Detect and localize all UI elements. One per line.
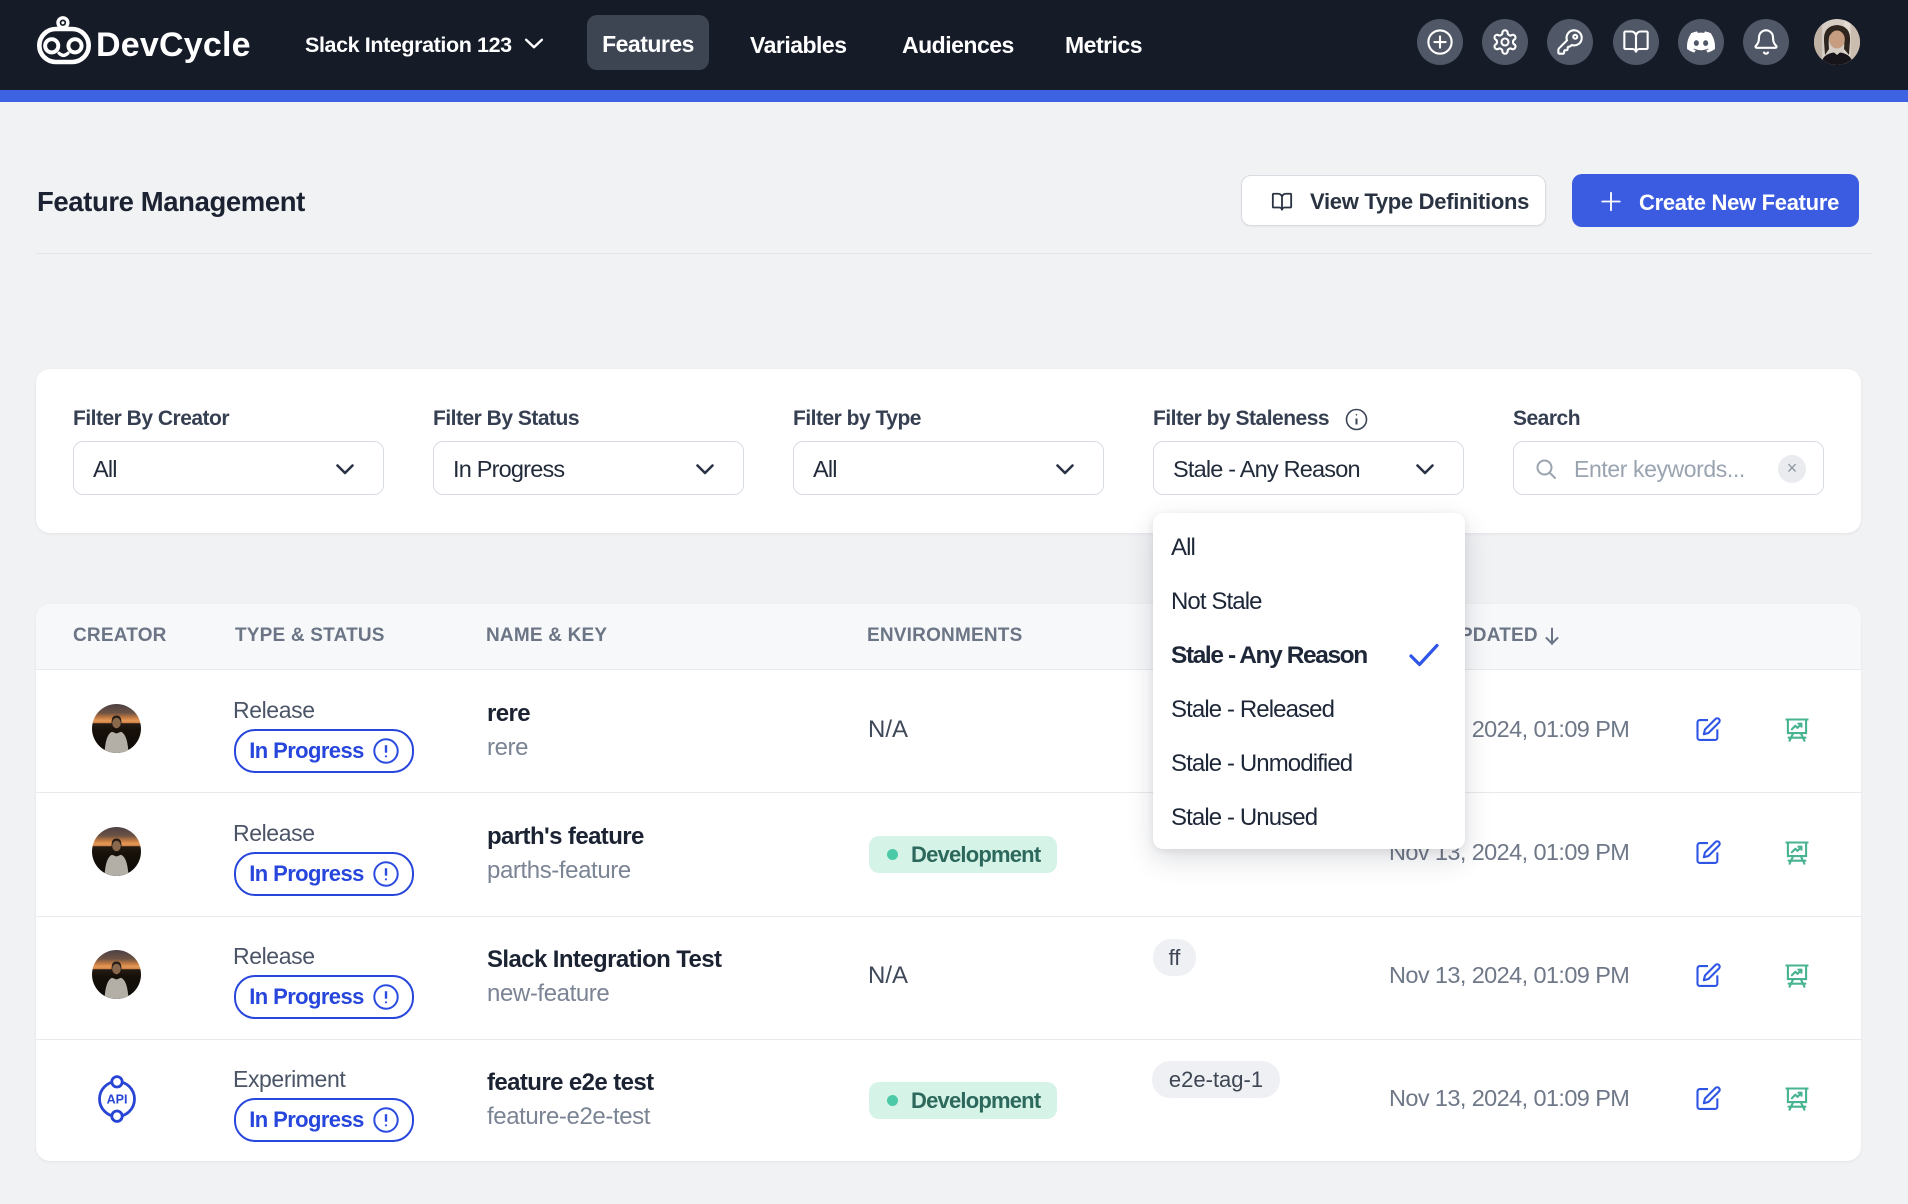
svg-text:API: API bbox=[107, 1093, 128, 1107]
